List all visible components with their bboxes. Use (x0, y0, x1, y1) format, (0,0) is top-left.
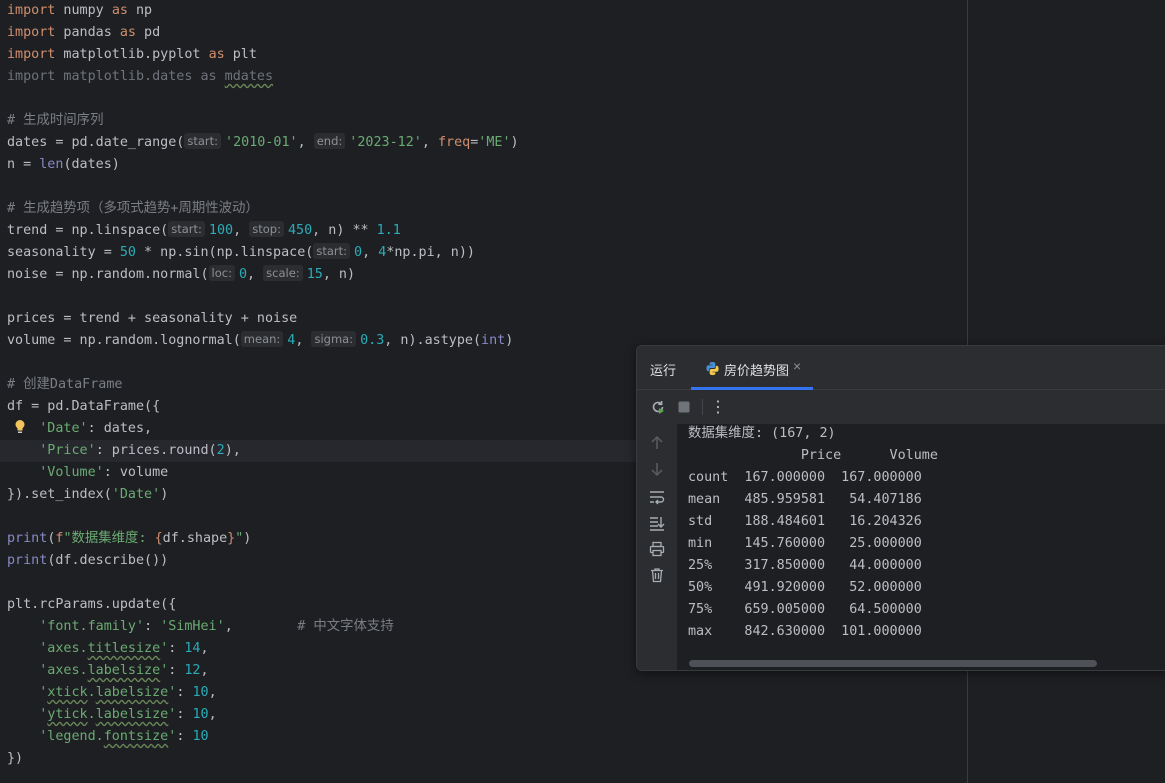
console-line: std 188.484601 16.204326 (688, 514, 922, 529)
scroll-to-end-icon[interactable] (648, 514, 666, 532)
arrow-up-icon[interactable] (648, 434, 666, 452)
code-line[interactable]: prices = trend + seasonality + noise (7, 308, 297, 330)
rerun-icon[interactable] (649, 398, 667, 416)
code-line[interactable]: noise = np.random.normal(loc: 0, scale: 15… (7, 264, 355, 286)
run-toolbar: ⋮ (637, 390, 1165, 424)
more-options-icon[interactable]: ⋮ (709, 397, 727, 416)
code-line[interactable]: # 生成趋势项（多项式趋势+周期性波动） (7, 198, 259, 220)
console-line: max 842.630000 101.000000 (688, 624, 922, 639)
console-line: 50% 491.920000 52.000000 (688, 580, 922, 595)
lightbulb-icon[interactable] (14, 419, 26, 435)
code-line[interactable]: # 创建DataFrame (7, 374, 122, 396)
code-line[interactable]: 'xtick.labelsize': 10, (7, 682, 216, 704)
run-title: 运行 (650, 363, 677, 378)
code-line[interactable]: import matplotlib.pyplot as plt (7, 44, 257, 66)
code-line[interactable]: 'ytick.labelsize': 10, (7, 704, 216, 726)
run-tool-window[interactable]: 运行 房价趋势图 × ⋮ 数据集维度: (167, 2) Price Volum… (636, 345, 1165, 671)
console-line: 75% 659.005000 64.500000 (688, 602, 922, 617)
code-line[interactable]: }).set_index('Date') (7, 484, 168, 506)
code-line[interactable]: import numpy as np (7, 0, 152, 22)
console-line: 数据集维度: (167, 2) (688, 426, 836, 441)
console-output[interactable]: 数据集维度: (167, 2) Price Volume count 167.00… (677, 424, 1165, 670)
code-line[interactable]: df = pd.DataFrame({ (7, 396, 160, 418)
code-line[interactable]: 'Price': prices.round(2), (7, 440, 241, 462)
code-line[interactable]: }) (7, 748, 23, 770)
trash-icon[interactable] (648, 566, 666, 584)
code-line[interactable]: import matplotlib.dates as mdates (7, 66, 273, 88)
code-line[interactable]: # 生成时间序列 (7, 110, 103, 132)
toolbar-divider (702, 399, 703, 415)
print-icon[interactable] (648, 540, 666, 558)
code-line[interactable]: 'axes.titlesize': 14, (7, 638, 208, 660)
code-line[interactable]: dates = pd.date_range(start: '2010-01', e… (7, 132, 519, 154)
console-line: Price Volume (688, 448, 938, 463)
horizontal-scrollbar[interactable] (689, 660, 1097, 667)
code-line[interactable]: plt.rcParams.update({ (7, 594, 176, 616)
python-icon (706, 361, 719, 376)
code-line[interactable]: seasonality = 50 * np.sin(np.linspace(st… (7, 242, 475, 264)
tab-run-config[interactable]: 房价趋势图 × (691, 346, 813, 390)
code-line[interactable]: trend = np.linspace(start: 100, stop: 450,… (7, 220, 401, 242)
arrow-down-icon[interactable] (648, 460, 666, 478)
console-line: count 167.000000 167.000000 (688, 470, 922, 485)
stop-icon[interactable] (675, 398, 693, 416)
code-line[interactable]: print(df.describe()) (7, 550, 168, 572)
soft-wrap-icon[interactable] (648, 488, 666, 506)
code-line[interactable]: 'font.family': 'SimHei', # 中文字体支持 (7, 616, 393, 638)
close-icon[interactable]: × (793, 358, 801, 374)
code-line[interactable]: n = len(dates) (7, 154, 120, 176)
run-header: 运行 房价趋势图 × (637, 346, 1165, 390)
code-line[interactable]: 'axes.labelsize': 12, (7, 660, 208, 682)
tab-label: 房价趋势图 (724, 363, 790, 378)
code-line[interactable]: 'legend.fontsize': 10 (7, 726, 208, 748)
code-line[interactable]: volume = np.random.lognormal(mean: 4, sig… (7, 330, 513, 352)
console-line: mean 485.959581 54.407186 (688, 492, 922, 507)
run-side-toolbar (637, 424, 677, 670)
code-line[interactable]: print(f"数据集维度: {df.shape}") (7, 528, 251, 550)
code-line[interactable]: import pandas as pd (7, 22, 160, 44)
console-line: min 145.760000 25.000000 (688, 536, 922, 551)
code-line[interactable]: 'Volume': volume (7, 462, 168, 484)
console-line: 25% 317.850000 44.000000 (688, 558, 922, 573)
code-line[interactable]: 'Date': dates, (7, 418, 152, 440)
